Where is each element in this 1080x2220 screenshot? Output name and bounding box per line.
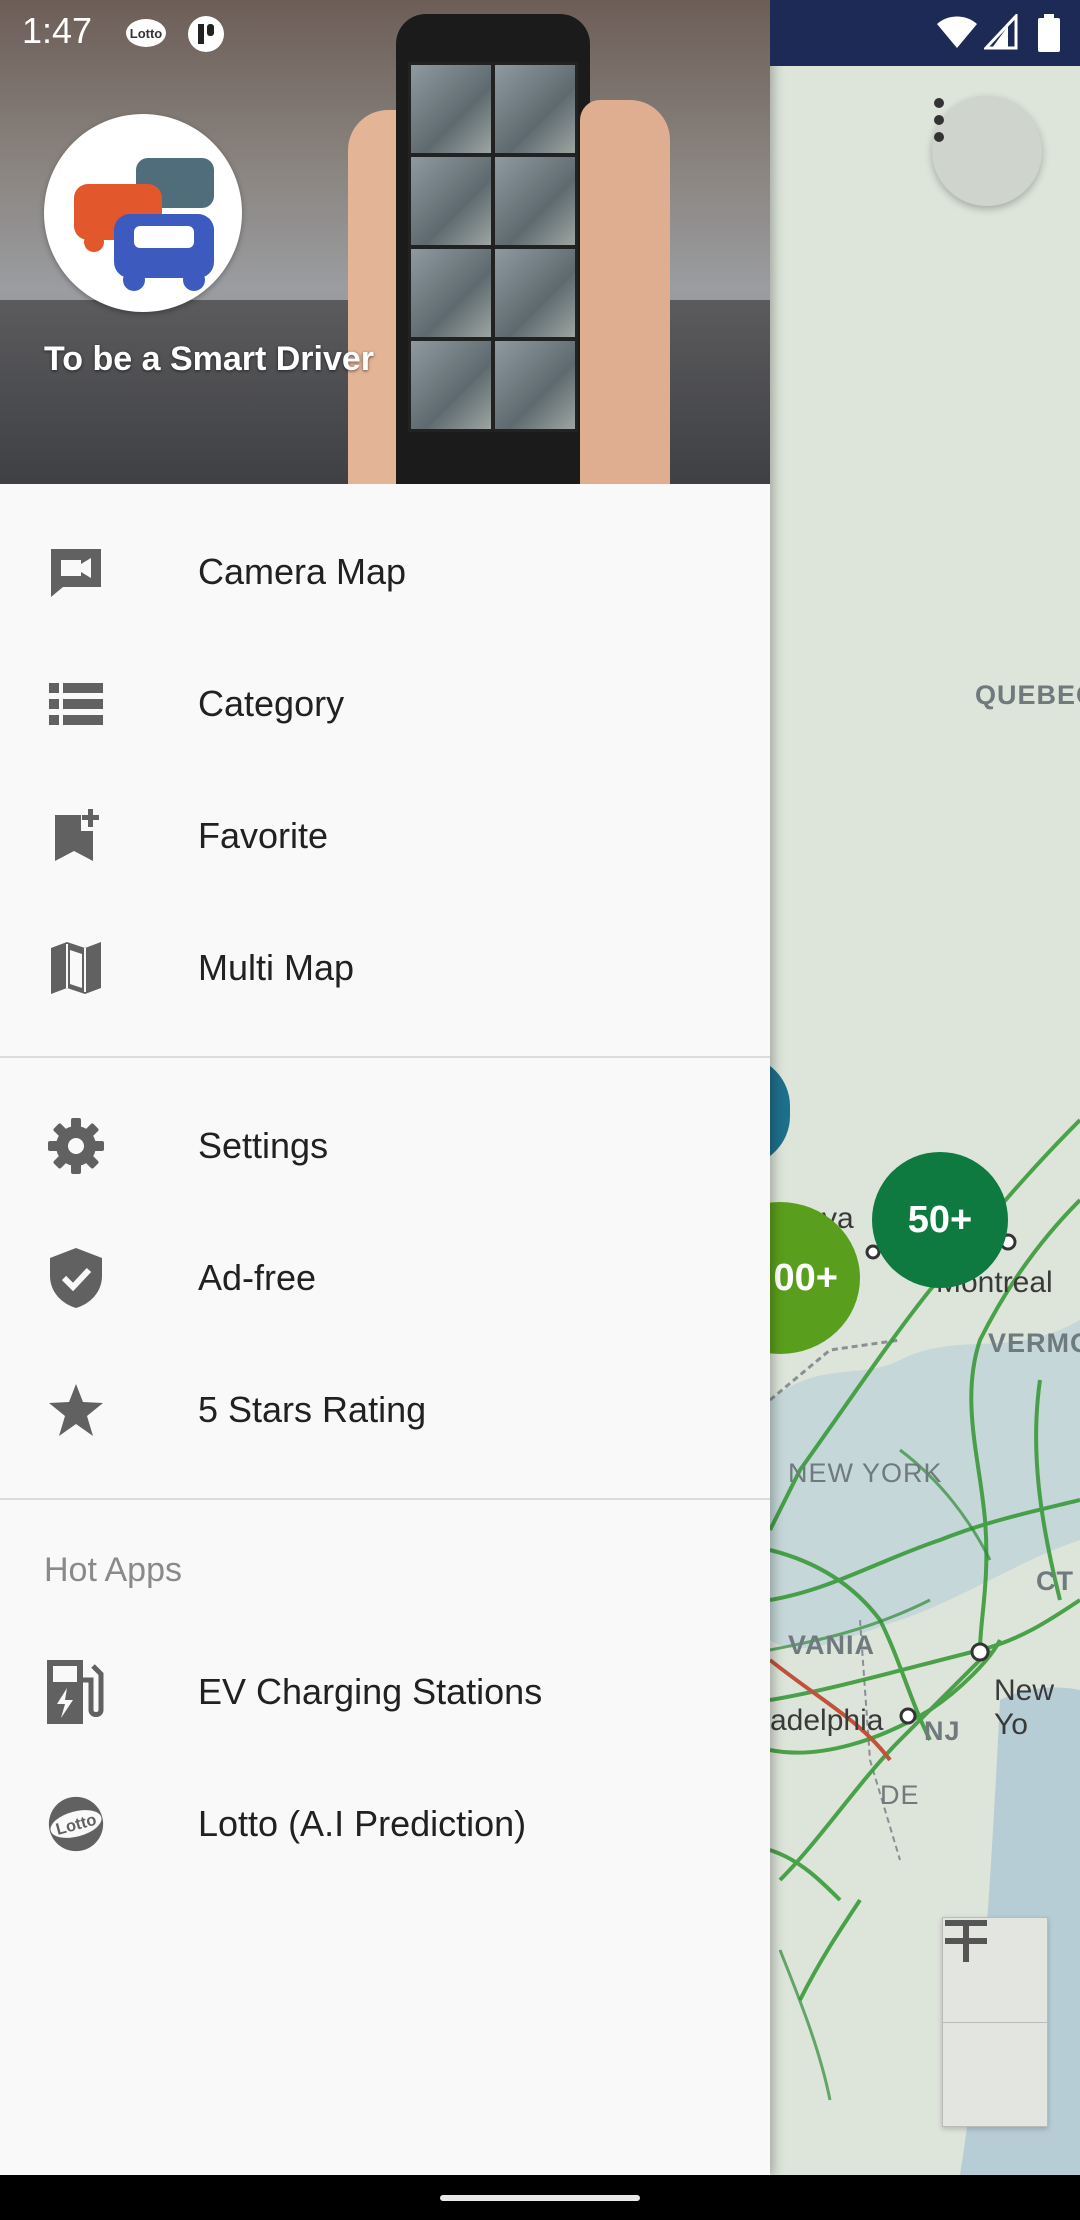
battery-icon <box>1038 14 1060 52</box>
map-icon <box>44 936 108 1000</box>
svg-text:Lotto: Lotto <box>130 26 163 41</box>
lotto-icon: Lotto <box>126 19 166 47</box>
zoom-controls <box>942 1917 1048 2127</box>
ev-station-icon <box>44 1660 108 1724</box>
zoom-in-button[interactable] <box>943 1918 1047 2022</box>
list-icon <box>44 672 108 736</box>
cluster-count: 00+ <box>773 1256 838 1299</box>
menu-item-camera-map[interactable]: Camera Map <box>0 506 770 638</box>
hot-apps-title: Hot Apps <box>44 1551 182 1589</box>
menu-item-ev-charging-stations[interactable]: EV Charging Stations <box>0 1626 770 1758</box>
gear-icon <box>44 1114 108 1178</box>
menu-item-label: Settings <box>198 1125 329 1166</box>
menu-item-label: Camera Map <box>198 551 407 592</box>
minus-icon <box>945 1920 987 1926</box>
cluster-count: 50+ <box>907 1198 973 1241</box>
camera-cluster-marker[interactable]: 50+ <box>872 1152 1008 1288</box>
cars-logo-icon <box>74 158 214 291</box>
signal-icon <box>984 14 1018 50</box>
menu-item-settings[interactable]: Settings <box>0 1080 770 1212</box>
lotto-icon: Lotto <box>44 1792 108 1856</box>
app-icon <box>188 16 224 52</box>
shield-check-icon <box>44 1246 108 1310</box>
map-region-label: NJ <box>924 1716 961 1746</box>
home-gesture-handle[interactable] <box>440 2195 640 2201</box>
wifi-icon <box>937 16 977 48</box>
menu-item-label: Category <box>198 683 345 724</box>
menu-item-label: Favorite <box>198 815 329 856</box>
status-time: 1:47 <box>22 10 93 51</box>
menu-item-label: Lotto (A.I Prediction) <box>198 1803 527 1844</box>
zoom-out-button[interactable] <box>943 1920 1047 2127</box>
map-city-label: New Yo <box>994 1674 1055 1741</box>
map-region-label: VERMO <box>988 1328 1080 1358</box>
star-icon <box>44 1378 108 1442</box>
menu-item-ad-free[interactable]: Ad-free <box>0 1212 770 1344</box>
menu-item-lotto-ai-prediction[interactable]: Lotto Lotto (A.I Prediction) <box>0 1758 770 1890</box>
header-tagline: To be a Smart Driver <box>44 340 375 378</box>
menu-item-favorite[interactable]: Favorite <box>0 770 770 902</box>
bookmark-add-icon <box>44 804 108 868</box>
map-city-label: adelphia <box>770 1704 884 1737</box>
navigation-bar <box>0 2175 1080 2220</box>
map-region-label: NEW YORK <box>788 1458 943 1488</box>
menu-divider <box>0 1498 770 1500</box>
menu-item-label: Multi Map <box>198 947 355 988</box>
app-logo <box>44 114 242 312</box>
secondary-menu: Settings Ad-free 5 Stars Rating <box>0 1080 770 1476</box>
navigation-drawer: To be a Smart Driver Camera Map Category… <box>0 0 770 2175</box>
status-bar: 1:47 Lotto <box>0 0 1080 66</box>
videocam-icon <box>44 540 108 604</box>
map-region-label: QUEBEC <box>975 680 1080 710</box>
main-menu: Camera Map Category Favorite Multi Map <box>0 506 770 1034</box>
menu-item-label: Ad-free <box>198 1257 317 1298</box>
map-region-label: DE <box>880 1780 920 1810</box>
menu-item-5-stars-rating[interactable]: 5 Stars Rating <box>0 1344 770 1476</box>
drawer-header: To be a Smart Driver <box>0 0 770 484</box>
menu-item-label: 5 Stars Rating <box>198 1389 427 1430</box>
phone-illustration <box>396 14 590 484</box>
menu-item-multi-map[interactable]: Multi Map <box>0 902 770 1034</box>
more-vert-icon <box>934 98 944 142</box>
hot-apps-section: Hot Apps EV Charging Stations Lotto Lott… <box>0 1522 770 1890</box>
menu-item-label: EV Charging Stations <box>198 1671 543 1712</box>
map-region-label: VANIA <box>788 1630 876 1660</box>
menu-item-category[interactable]: Category <box>0 638 770 770</box>
more-options-button[interactable] <box>932 96 1042 206</box>
map-region-label: CT <box>1036 1566 1074 1596</box>
menu-divider <box>0 1056 770 1058</box>
